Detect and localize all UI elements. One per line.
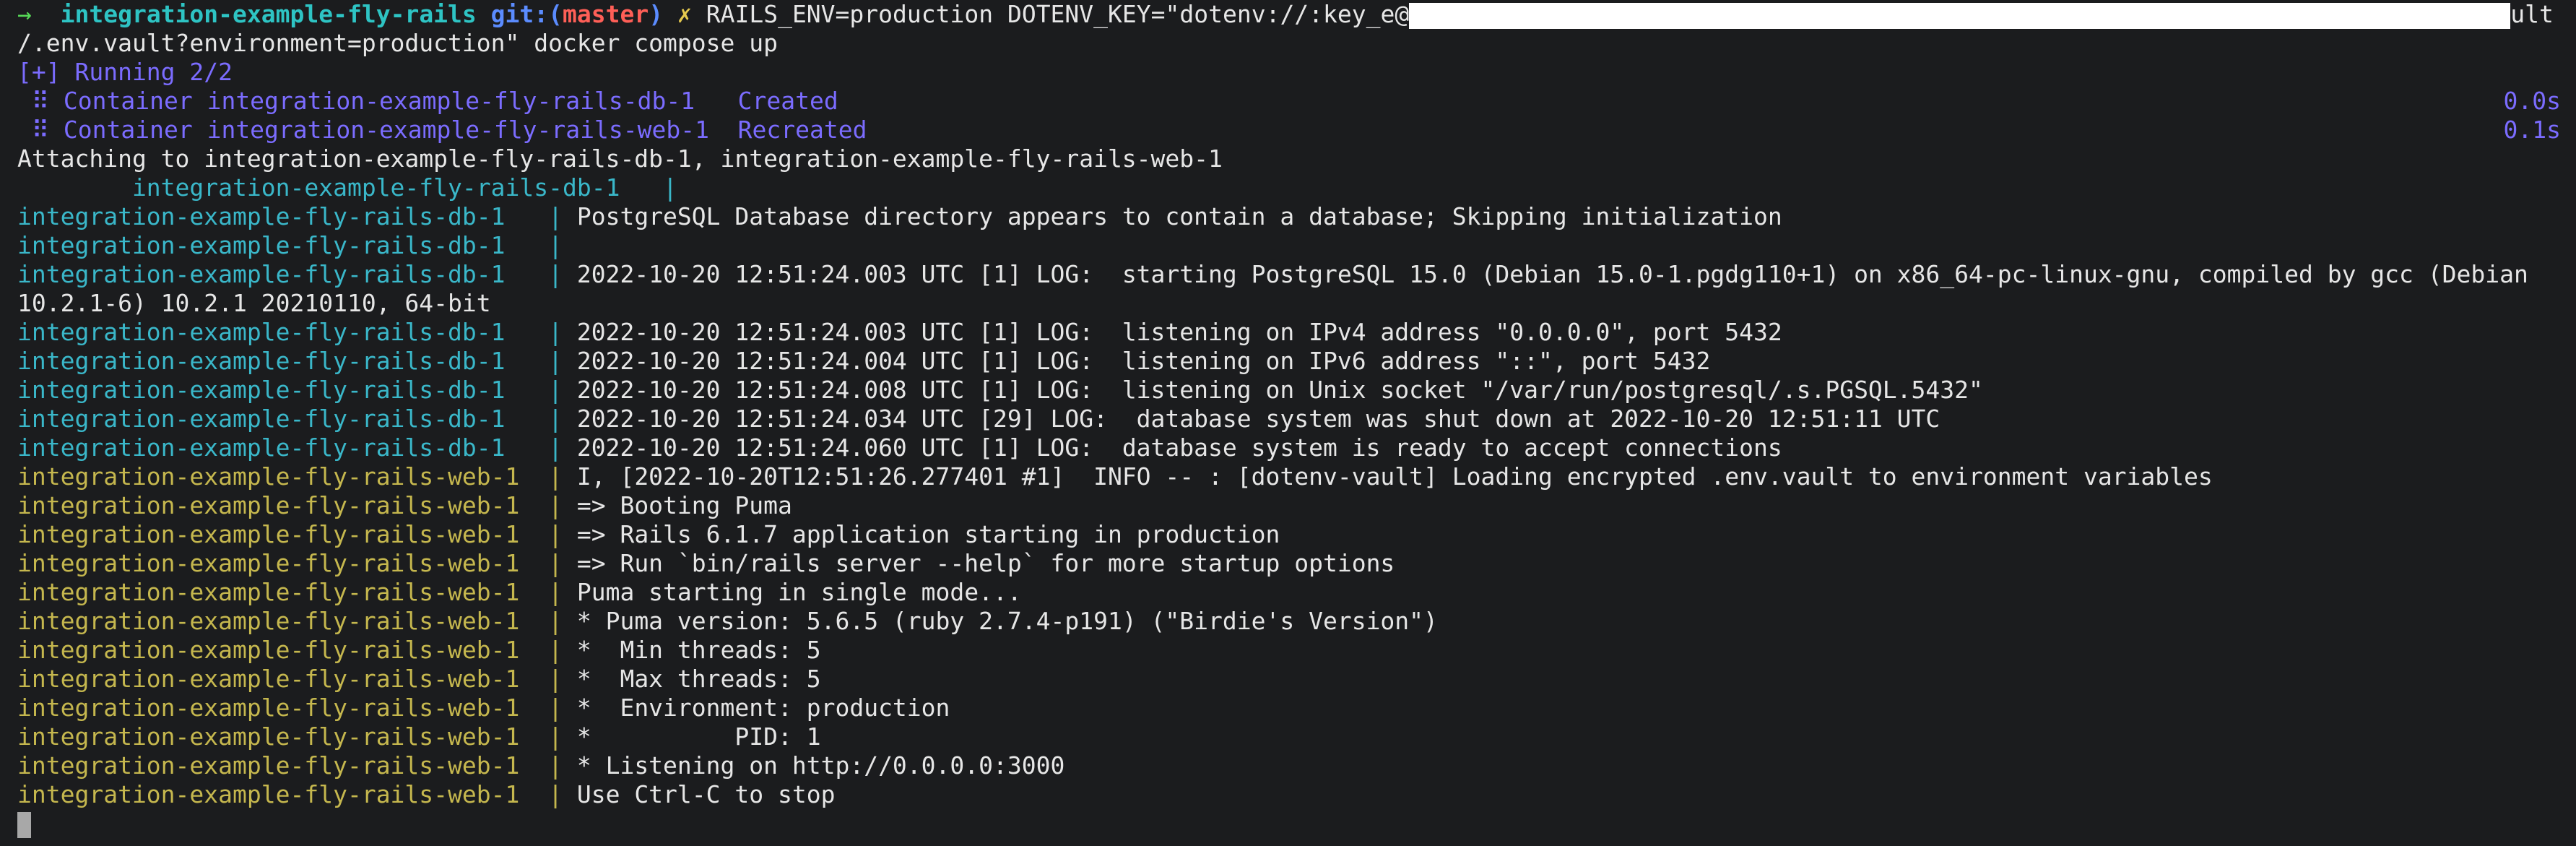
log-message: * Max threads: 5 xyxy=(576,665,821,693)
log-message: Use Ctrl-C to stop xyxy=(576,780,836,808)
container-status-text: ⠿ Container integration-example-fly-rail… xyxy=(17,116,867,144)
log-line: integration-example-fly-rails-db-1 | 202… xyxy=(17,405,2567,433)
log-message: 2022-10-20 12:51:24.008 UTC [1] LOG: lis… xyxy=(576,376,1983,404)
log-message: PostgreSQL Database directory appears to… xyxy=(576,202,1782,230)
log-line: integration-example-fly-rails-web-1 | * … xyxy=(17,665,2567,694)
log-service-prefix: integration-example-fly-rails-web-1 | xyxy=(17,549,577,577)
log-line: 10.2.1-6) 10.2.1 20210110, 64-bit xyxy=(17,289,2567,318)
git-branch: master xyxy=(563,0,649,28)
log-message: * Listening on http://0.0.0.0:3000 xyxy=(576,751,1065,780)
log-message: 2022-10-20 12:51:24.060 UTC [1] LOG: dat… xyxy=(576,433,1782,462)
container-status-row: ⠿ Container integration-example-fly-rail… xyxy=(17,116,2567,144)
log-service-prefix: integration-example-fly-rails-db-1 | xyxy=(17,347,577,375)
cursor-line xyxy=(17,809,2567,838)
log-line: integration-example-fly-rails-web-1 | * … xyxy=(17,607,2567,636)
redacted-key-block xyxy=(1409,2,2511,29)
log-service-prefix: integration-example-fly-rails-web-1 | xyxy=(17,491,577,519)
log-service-prefix: integration-example-fly-rails-db-1 | xyxy=(17,405,577,433)
log-service-prefix: integration-example-fly-rails-web-1 | xyxy=(17,780,577,808)
log-message: * Puma version: 5.6.5 (ruby 2.7.4-p191) … xyxy=(576,607,1438,635)
container-status-text: ⠿ Container integration-example-fly-rail… xyxy=(17,87,838,115)
log-message: 2022-10-20 12:51:24.003 UTC [1] LOG: lis… xyxy=(576,318,1782,346)
log-line: integration-example-fly-rails-web-1 | =>… xyxy=(17,491,2567,520)
log-service-prefix: integration-example-fly-rails-db-1 | xyxy=(17,202,577,230)
log-line: integration-example-fly-rails-web-1 | Us… xyxy=(17,780,2567,809)
log-line: integration-example-fly-rails-db-1 | xyxy=(17,173,2567,202)
log-service-prefix: integration-example-fly-rails-web-1 | xyxy=(17,636,577,664)
log-line: integration-example-fly-rails-web-1 | * … xyxy=(17,636,2567,665)
container-status-row: ⠿ Container integration-example-fly-rail… xyxy=(17,87,2567,116)
log-output: integration-example-fly-rails-db-1 | inte… xyxy=(17,173,2567,809)
compose-running-status: [+] Running 2/2 xyxy=(17,58,233,86)
log-line: integration-example-fly-rails-db-1 | Pos… xyxy=(17,202,2567,231)
log-line: integration-example-fly-rails-db-1 | 202… xyxy=(17,433,2567,462)
terminal-window[interactable]: → integration-example-fly-rails git:(mas… xyxy=(17,0,2567,846)
command-text-start: RAILS_ENV=production DOTENV_KEY="dotenv:… xyxy=(706,0,1410,28)
log-service-prefix: integration-example-fly-rails-web-1 | xyxy=(17,520,577,548)
log-service-prefix: integration-example-fly-rails-web-1 | xyxy=(17,462,577,491)
log-service-prefix: integration-example-fly-rails-web-1 | xyxy=(17,578,577,606)
log-service-prefix: integration-example-fly-rails-web-1 | xyxy=(17,665,577,693)
log-message: * Environment: production xyxy=(576,694,950,722)
log-service-prefix: integration-example-fly-rails-web-1 | xyxy=(17,607,577,635)
git-label-close: ) xyxy=(649,0,664,28)
log-message: => Rails 6.1.7 application starting in p… xyxy=(576,520,1280,548)
log-line: integration-example-fly-rails-db-1 | 202… xyxy=(17,318,2567,347)
log-line: integration-example-fly-rails-db-1 | xyxy=(17,231,2567,260)
log-line: integration-example-fly-rails-db-1 | 202… xyxy=(17,347,2567,376)
log-message: Puma starting in single mode... xyxy=(576,578,1022,606)
log-message: => Booting Puma xyxy=(576,491,792,519)
log-message: * PID: 1 xyxy=(576,722,821,751)
terminal-cursor xyxy=(17,811,31,838)
log-service-prefix: integration-example-fly-rails-web-1 | xyxy=(17,722,577,751)
log-service-prefix: integration-example-fly-rails-db-1 | xyxy=(17,318,577,346)
log-service-prefix: integration-example-fly-rails-db-1 | xyxy=(17,260,577,288)
prompt-arrow-icon: → xyxy=(17,0,32,28)
log-line: integration-example-fly-rails-web-1 | * … xyxy=(17,751,2567,780)
prompt-line: → integration-example-fly-rails git:(mas… xyxy=(17,0,2567,29)
log-message: => Run `bin/rails server --help` for mor… xyxy=(576,549,1395,577)
log-service-prefix: integration-example-fly-rails-db-1 | xyxy=(17,173,677,202)
container-status-time: 0.0s xyxy=(2503,87,2561,115)
log-message: 2022-10-20 12:51:24.004 UTC [1] LOG: lis… xyxy=(576,347,1711,375)
command-continuation: /.env.vault?environment=production" dock… xyxy=(17,29,778,57)
log-message: 2022-10-20 12:51:24.034 UTC [29] LOG: da… xyxy=(576,405,1940,433)
git-label: git:( xyxy=(490,0,563,28)
log-service-prefix: integration-example-fly-rails-db-1 | xyxy=(17,231,577,259)
log-line: integration-example-fly-rails-web-1 | =>… xyxy=(17,520,2567,549)
attaching-line: Attaching to integration-example-fly-rai… xyxy=(17,144,1223,173)
container-status-time: 0.1s xyxy=(2503,116,2561,144)
log-message: 10.2.1-6) 10.2.1 20210110, 64-bit xyxy=(17,289,491,317)
log-line: integration-example-fly-rails-web-1 | * … xyxy=(17,722,2567,751)
log-line: integration-example-fly-rails-web-1 | =>… xyxy=(17,549,2567,578)
log-message: 2022-10-20 12:51:24.003 UTC [1] LOG: sta… xyxy=(576,260,2528,288)
log-message: * Min threads: 5 xyxy=(576,636,821,664)
log-service-prefix: integration-example-fly-rails-db-1 | xyxy=(17,433,577,462)
log-message: I, [2022-10-20T12:51:26.277401 #1] INFO … xyxy=(576,462,2213,491)
log-service-prefix: integration-example-fly-rails-web-1 | xyxy=(17,694,577,722)
command-text-end: ult xyxy=(2510,0,2554,28)
log-line: integration-example-fly-rails-web-1 | * … xyxy=(17,694,2567,722)
log-line: integration-example-fly-rails-web-1 | Pu… xyxy=(17,578,2567,607)
log-line: integration-example-fly-rails-web-1 | I,… xyxy=(17,462,2567,491)
log-service-prefix: integration-example-fly-rails-db-1 | xyxy=(17,376,577,404)
prompt-directory: integration-example-fly-rails xyxy=(60,0,477,28)
log-service-prefix: integration-example-fly-rails-web-1 | xyxy=(17,751,577,780)
log-line: integration-example-fly-rails-db-1 | 202… xyxy=(17,260,2567,289)
dirty-mark-icon: ✗ xyxy=(677,0,692,28)
log-line: integration-example-fly-rails-db-1 | 202… xyxy=(17,376,2567,405)
